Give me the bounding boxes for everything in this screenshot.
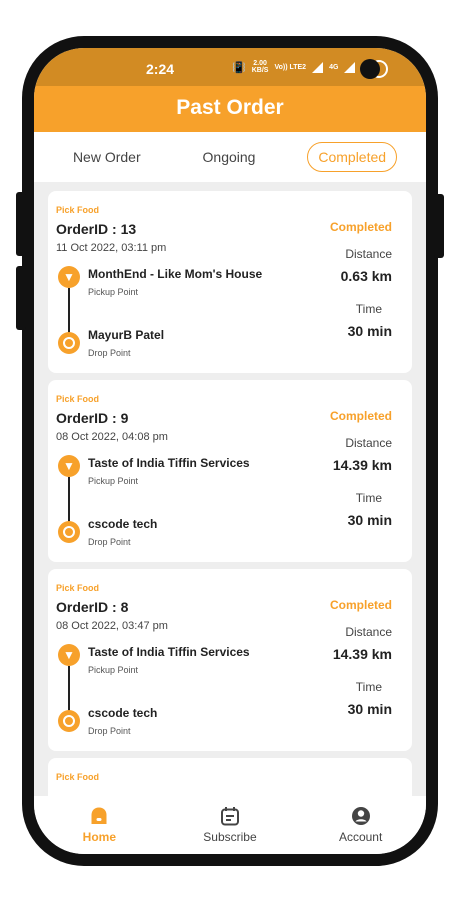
volte-icon: Vo)) LTE2 (274, 63, 307, 71)
order-card[interactable]: Pick Food OrderID : 8 08 Oct 2022, 03:47… (48, 569, 412, 751)
order-card[interactable]: Pick Food OrderID : 9 08 Oct 2022, 04:08… (48, 380, 412, 562)
vibrate-icon: 📳 (232, 61, 246, 74)
status-bar: 2:24 📳 2.00 KB/S Vo)) LTE2 4G 69 (34, 48, 426, 86)
power-button (434, 194, 444, 258)
nav-account[interactable]: Account (306, 806, 416, 844)
drop-label: Drop Point (88, 348, 131, 358)
time-value: 30 min (347, 323, 392, 339)
drop-marker-icon (58, 521, 80, 543)
nav-home-label: Home (82, 830, 116, 844)
order-card[interactable]: Pick Food (48, 758, 412, 796)
pickup-name: Taste of India Tiffin Services (88, 645, 250, 659)
pickup-label: Pickup Point (88, 665, 139, 675)
time-label: Time (355, 680, 382, 694)
pickup-label: Pickup Point (88, 476, 139, 486)
app-header: Past Order (34, 86, 426, 132)
pickup-name: MonthEnd - Like Mom's House (88, 267, 263, 281)
volume-up-button (16, 192, 26, 256)
order-status: Completed (329, 409, 392, 423)
tab-ongoing[interactable]: Ongoing (193, 143, 266, 171)
bottom-nav: Home Subscribe Account (34, 796, 426, 854)
route-line (68, 666, 70, 712)
order-tabs: New Order Ongoing Completed (34, 132, 426, 182)
home-icon (91, 807, 107, 824)
distance-value: 14.39 km (332, 646, 392, 662)
drop-label: Drop Point (88, 537, 131, 547)
order-category: Pick Food (56, 772, 100, 782)
signal-icon (312, 61, 324, 73)
front-camera (360, 59, 380, 79)
status-icons: 📳 2.00 KB/S Vo)) LTE2 4G 69 (232, 60, 375, 74)
drop-name: cscode tech (88, 706, 158, 720)
time-value: 30 min (347, 701, 392, 717)
drop-marker-icon (58, 710, 80, 732)
nav-subscribe[interactable]: Subscribe (175, 806, 285, 844)
order-category: Pick Food (56, 394, 100, 404)
time-label: Time (355, 491, 382, 505)
page-title: Past Order (176, 96, 284, 119)
pickup-marker-icon: ▼ (58, 644, 80, 666)
order-status: Completed (329, 220, 392, 234)
distance-label: Distance (345, 436, 392, 450)
tab-new-order[interactable]: New Order (63, 143, 151, 171)
order-list[interactable]: Pick Food OrderID : 13 11 Oct 2022, 03:1… (34, 182, 426, 796)
order-date: 08 Oct 2022, 03:47 pm (56, 620, 168, 632)
nav-home[interactable]: Home (44, 806, 154, 844)
network-type: 4G (329, 63, 339, 71)
network-speed: 2.00 KB/S (251, 60, 269, 74)
distance-value: 0.63 km (340, 268, 392, 284)
pickup-marker-icon: ▼ (58, 266, 80, 288)
nav-subscribe-label: Subscribe (203, 830, 257, 844)
time-value: 30 min (347, 512, 392, 528)
account-icon (351, 807, 370, 825)
distance-label: Distance (345, 247, 392, 261)
order-card[interactable]: Pick Food OrderID : 13 11 Oct 2022, 03:1… (48, 191, 412, 373)
drop-name: MayurB Patel (88, 328, 165, 342)
pickup-marker-icon: ▼ (58, 455, 80, 477)
time-label: Time (355, 302, 382, 316)
pickup-name: Taste of India Tiffin Services (88, 456, 250, 470)
order-date: 08 Oct 2022, 04:08 pm (56, 431, 168, 443)
distance-value: 14.39 km (332, 457, 392, 473)
route-line (68, 288, 70, 334)
distance-label: Distance (345, 625, 392, 639)
pickup-label: Pickup Point (88, 287, 139, 297)
order-status: Completed (329, 598, 392, 612)
tab-completed[interactable]: Completed (307, 142, 398, 172)
route-line (68, 477, 70, 523)
drop-marker-icon (58, 332, 80, 354)
app-screen: 2:24 📳 2.00 KB/S Vo)) LTE2 4G 69 Past Or… (34, 48, 426, 854)
calendar-icon (220, 807, 239, 826)
order-id: OrderID : 13 (56, 221, 137, 237)
signal-icon-2 (344, 61, 356, 73)
order-category: Pick Food (56, 205, 100, 215)
volume-down-button (16, 266, 26, 330)
drop-name: cscode tech (88, 517, 158, 531)
status-time: 2:24 (146, 61, 175, 77)
order-category: Pick Food (56, 583, 100, 593)
nav-account-label: Account (338, 830, 383, 844)
order-id: OrderID : 9 (56, 410, 129, 426)
order-id: OrderID : 8 (56, 599, 129, 615)
order-date: 11 Oct 2022, 03:11 pm (56, 242, 167, 254)
drop-label: Drop Point (88, 726, 131, 736)
